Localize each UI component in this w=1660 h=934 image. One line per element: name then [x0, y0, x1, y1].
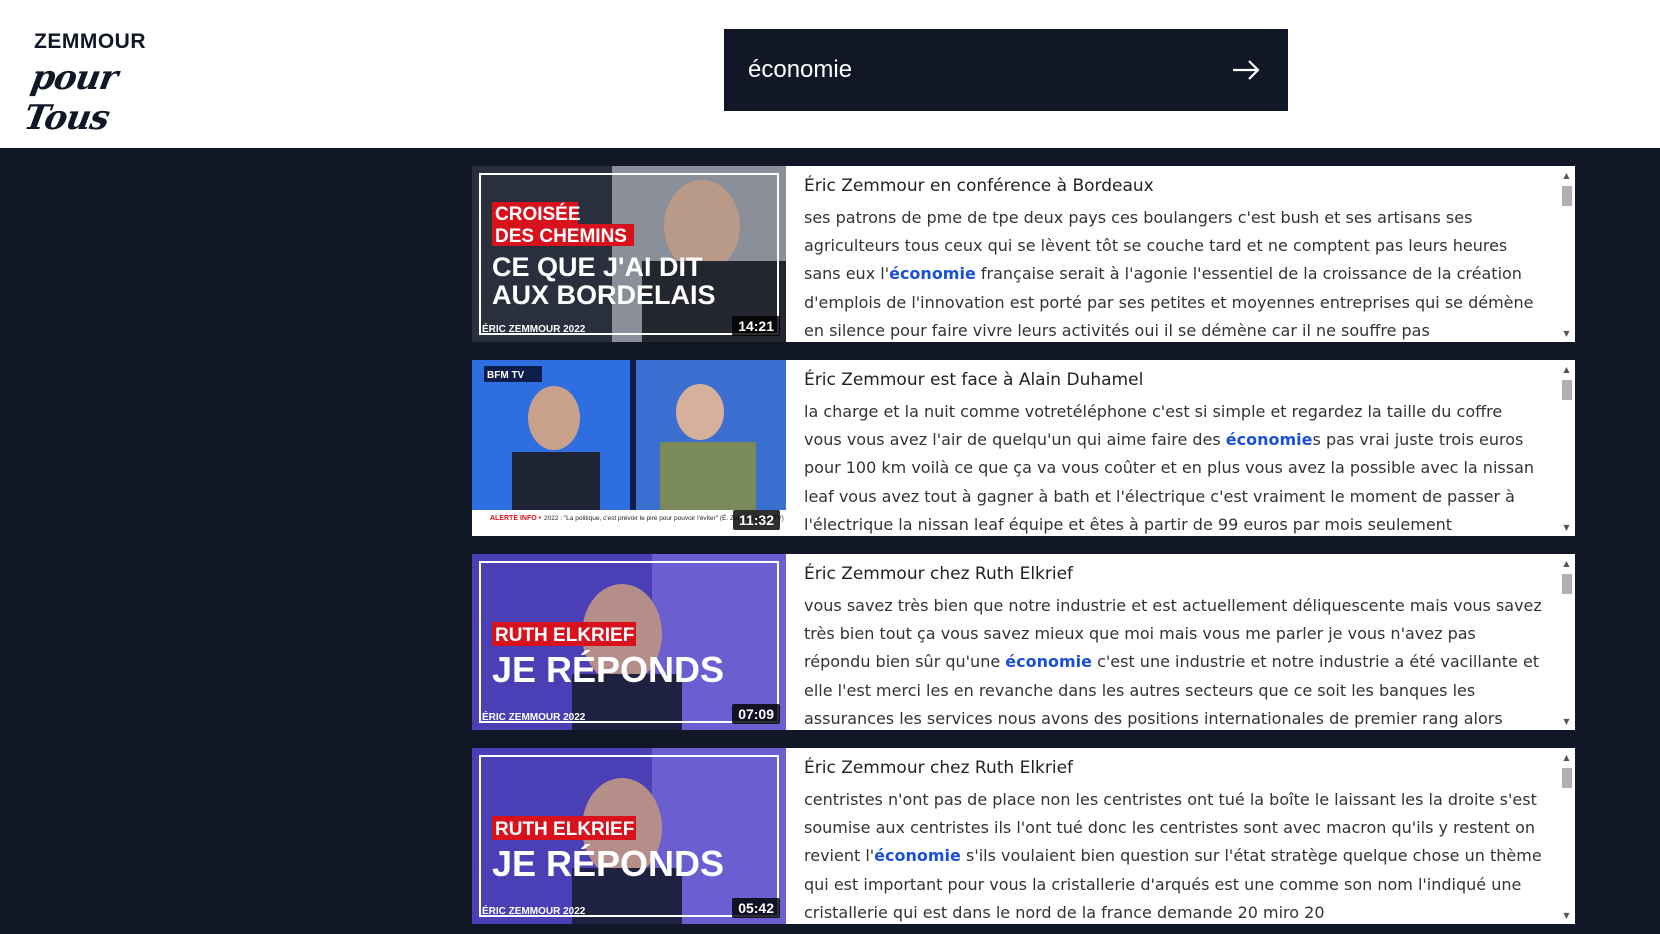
video-duration: 07:09 [732, 704, 780, 724]
scrollbar[interactable]: ▲ ▼ [1558, 554, 1575, 730]
scrollbar-thumb[interactable] [1562, 768, 1572, 788]
result-content: Éric Zemmour chez Ruth Elkrief centriste… [786, 748, 1558, 924]
video-duration: 11:32 [732, 510, 780, 530]
thumb-brand: ÉRIC ZEMMOUR 2022 [482, 710, 586, 723]
search-bar [724, 29, 1288, 111]
thumb-ticker-label: ALERTE INFO • [490, 515, 542, 522]
video-thumbnail[interactable]: CROISÉE DES CHEMINS CE QUE J'AI DIT AUX … [472, 166, 786, 342]
result-card: RUTH ELKRIEF JE RÉPONDS ÉRIC ZEMMOUR 202… [472, 748, 1575, 924]
scroll-up-arrow-icon[interactable]: ▲ [1558, 168, 1575, 182]
result-title[interactable]: Éric Zemmour chez Ruth Elkrief [804, 758, 1544, 778]
scrollbar[interactable]: ▲ ▼ [1558, 360, 1575, 536]
scrollbar-thumb[interactable] [1562, 380, 1572, 400]
header: ZEMMOUR pour Tous [0, 0, 1660, 148]
search-input[interactable] [748, 29, 1208, 111]
result-title[interactable]: Éric Zemmour en conférence à Bordeaux [804, 176, 1544, 196]
result-content: Éric Zemmour en conférence à Bordeaux se… [786, 166, 1558, 342]
keyword-highlight: économie [874, 846, 961, 866]
logo[interactable]: ZEMMOUR pour Tous [21, 28, 164, 138]
video-thumbnail[interactable]: RUTH ELKRIEF JE RÉPONDS ÉRIC ZEMMOUR 202… [472, 554, 786, 730]
video-duration: 05:42 [732, 898, 780, 918]
result-transcript: ses patrons de pme de tpe deux pays ces … [804, 204, 1544, 342]
scroll-down-arrow-icon[interactable]: ▼ [1558, 714, 1575, 728]
thumb-headline1: JE RÉPONDS [492, 649, 724, 690]
scrollbar-thumb[interactable] [1562, 186, 1572, 206]
scroll-down-arrow-icon[interactable]: ▼ [1558, 326, 1575, 340]
result-content: Éric Zemmour chez Ruth Elkrief vous save… [786, 554, 1558, 730]
thumb-channel: BFM TV [487, 370, 525, 381]
results-area: CROISÉE DES CHEMINS CE QUE J'AI DIT AUX … [0, 148, 1660, 934]
video-thumbnail[interactable]: RUTH ELKRIEF JE RÉPONDS ÉRIC ZEMMOUR 202… [472, 748, 786, 924]
scrollbar[interactable]: ▲ ▼ [1558, 166, 1575, 342]
result-transcript: vous savez très bien que notre industrie… [804, 592, 1544, 730]
keyword-highlight: économie [1225, 430, 1313, 450]
result-transcript: centristes n'ont pas de place non les ce… [804, 786, 1544, 924]
thumb-brand: ÉRIC ZEMMOUR 2022 [482, 322, 586, 335]
result-content: Éric Zemmour est face à Alain Duhamel la… [786, 360, 1558, 536]
result-card: BFM TV ALERTE INFO • 2022 : "La politiqu… [472, 360, 1575, 536]
thumb-headline1: JE RÉPONDS [492, 843, 724, 884]
thumb-tag1: RUTH ELKRIEF [495, 819, 634, 840]
result-card: RUTH ELKRIEF JE RÉPONDS ÉRIC ZEMMOUR 202… [472, 554, 1575, 730]
search-submit-button[interactable] [1228, 52, 1264, 88]
thumb-headline2: AUX BORDELAIS [492, 280, 716, 310]
thumb-headline1: CE QUE J'AI DIT [492, 252, 703, 282]
keyword-highlight: économie [1005, 652, 1092, 672]
thumb-tag2: DES CHEMINS [495, 226, 627, 247]
logo-wordmark: ZEMMOUR [34, 30, 146, 53]
video-duration: 14:21 [732, 316, 780, 336]
thumb-brand: ÉRIC ZEMMOUR 2022 [482, 904, 586, 917]
scroll-up-arrow-icon[interactable]: ▲ [1558, 362, 1575, 376]
scroll-up-arrow-icon[interactable]: ▲ [1558, 750, 1575, 764]
result-card: CROISÉE DES CHEMINS CE QUE J'AI DIT AUX … [472, 166, 1575, 342]
result-title[interactable]: Éric Zemmour est face à Alain Duhamel [804, 370, 1544, 390]
arrow-right-icon [1233, 60, 1260, 80]
keyword-highlight: économie [889, 264, 976, 284]
scrollbar-thumb[interactable] [1562, 574, 1572, 594]
scroll-up-arrow-icon[interactable]: ▲ [1558, 556, 1575, 570]
scroll-down-arrow-icon[interactable]: ▼ [1558, 520, 1575, 534]
thumb-tag1: CROISÉE [495, 203, 581, 225]
video-thumbnail[interactable]: BFM TV ALERTE INFO • 2022 : "La politiqu… [472, 360, 786, 536]
scrollbar[interactable]: ▲ ▼ [1558, 748, 1575, 924]
thumb-tag1: RUTH ELKRIEF [495, 625, 634, 646]
scroll-down-arrow-icon[interactable]: ▼ [1558, 908, 1575, 922]
result-transcript: la charge et la nuit comme votretéléphon… [804, 398, 1544, 536]
result-title[interactable]: Éric Zemmour chez Ruth Elkrief [804, 564, 1544, 584]
logo-script: pour Tous [20, 58, 121, 138]
